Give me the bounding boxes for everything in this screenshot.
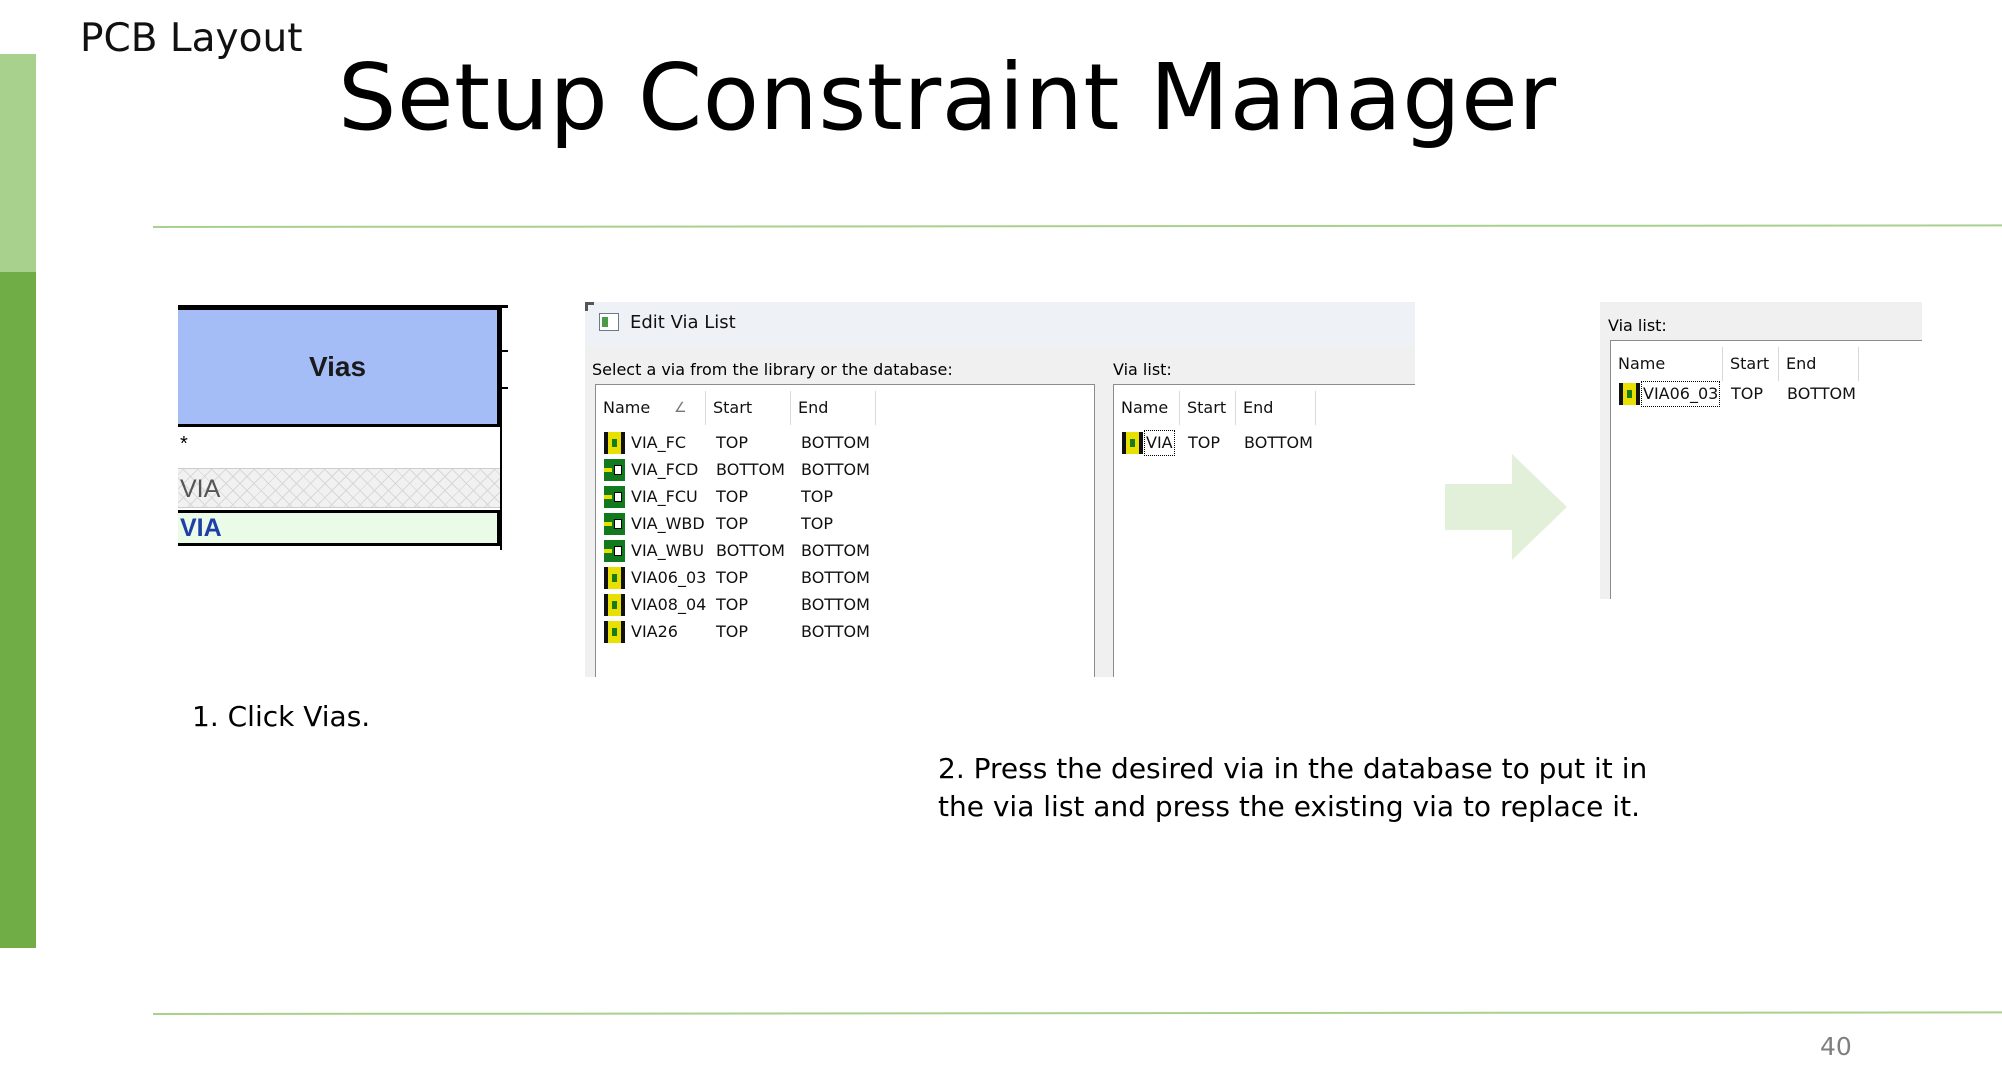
dialog-titlebar: Edit Via List <box>585 302 1415 346</box>
column-header-end[interactable]: End <box>1236 391 1316 425</box>
bottom-divider <box>152 1011 2002 1015</box>
result-via-list[interactable]: Name Start End VIA06_03 TOP BOTTOM <box>1610 340 1922 599</box>
right-arrow-icon <box>1445 454 1567 560</box>
column-tick <box>500 350 508 352</box>
via-list-label: Via list: <box>1113 360 1172 379</box>
column-header-start[interactable]: Start <box>706 391 791 425</box>
via-green-icon <box>604 513 625 535</box>
via-list-label: Via list: <box>1608 316 1667 335</box>
vias-column-header[interactable]: Vias <box>178 307 500 427</box>
via-green-icon <box>604 486 625 508</box>
accent-bar-light <box>0 54 36 272</box>
via-yellow-icon <box>1122 432 1143 454</box>
result-via-list-panel: Via list: Name Start End VIA06_03 TOP BO… <box>1600 302 1922 599</box>
column-header-name[interactable]: Name ∠ <box>596 391 706 425</box>
column-header-name[interactable]: Name <box>1114 391 1180 425</box>
column-header-start[interactable]: Start <box>1180 391 1236 425</box>
via-yellow-icon <box>604 567 625 589</box>
top-divider <box>152 224 2002 228</box>
column-header-end[interactable]: End <box>791 391 876 425</box>
via-yellow-icon <box>604 621 625 643</box>
page-number: 40 <box>1820 1032 1852 1061</box>
library-via-list[interactable]: Name ∠ Start End VIA_FC TOP BOTTOM VIA_F… <box>595 384 1095 677</box>
via-yellow-icon <box>604 432 625 454</box>
dialog-window-icon <box>599 313 619 331</box>
column-header-start[interactable]: Start <box>1723 347 1779 381</box>
edit-via-list-dialog: Edit Via List Select a via from the libr… <box>585 302 1415 677</box>
current-via-list[interactable]: Name Start End VIA TOP BOTTOM <box>1113 384 1415 677</box>
window-corner <box>585 302 594 311</box>
via-green-icon <box>604 459 625 481</box>
column-tick <box>500 387 508 389</box>
slide-title: Setup Constraint Manager <box>338 44 1557 151</box>
dialog-title: Edit Via List <box>630 312 736 333</box>
vias-row-inactive: VIA <box>178 468 500 508</box>
vias-row-selected[interactable]: VIA <box>178 510 500 546</box>
column-header-name[interactable]: Name <box>1611 347 1723 381</box>
via-yellow-icon <box>1619 383 1640 405</box>
next-column-edge <box>500 307 508 550</box>
accent-bar-dark <box>0 272 36 948</box>
step-1-caption: 1. Click Vias. <box>192 700 371 733</box>
section-label: PCB Layout <box>80 16 303 61</box>
library-prompt: Select a via from the library or the dat… <box>592 360 953 379</box>
via-yellow-icon <box>604 594 625 616</box>
via-green-icon <box>604 540 625 562</box>
new-row-marker: * <box>180 433 188 455</box>
vias-column-screenshot: Vias * VIA VIA <box>178 305 508 550</box>
step-2-caption: 2. Press the desired via in the database… <box>938 752 1648 823</box>
sort-indicator-icon: ∠ <box>674 400 687 416</box>
column-header-end[interactable]: End <box>1779 347 1859 381</box>
